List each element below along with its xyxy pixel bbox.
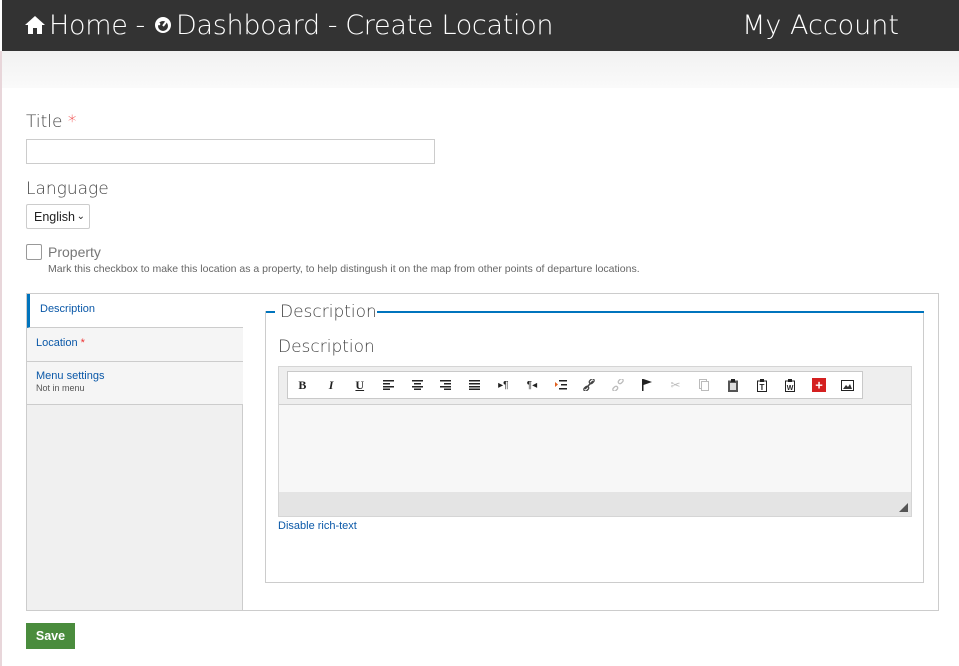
- left-border: [0, 51, 2, 666]
- home-icon: [25, 16, 45, 34]
- tab-list: Description Location * Menu settings Not…: [27, 294, 243, 610]
- title-input[interactable]: [26, 139, 435, 164]
- page-title: Create Location: [345, 9, 554, 41]
- breadcrumb-separator: -: [327, 9, 338, 41]
- plus-icon[interactable]: +: [805, 372, 834, 398]
- top-bar: Home - Dashboard - Create Location My Ac…: [2, 0, 959, 51]
- paste-word-icon[interactable]: W: [776, 372, 805, 398]
- breadcrumb-separator: -: [135, 9, 146, 41]
- align-center-icon[interactable]: [403, 372, 432, 398]
- cut-icon[interactable]: ✂: [661, 372, 690, 398]
- italic-icon[interactable]: I: [317, 372, 346, 398]
- svg-text:+: +: [815, 378, 823, 392]
- align-justify-icon[interactable]: [460, 372, 489, 398]
- indent-icon[interactable]: [546, 372, 575, 398]
- copy-icon[interactable]: [690, 372, 719, 398]
- language-label: Language: [26, 179, 109, 199]
- property-help-text: Mark this checkbox to make this location…: [48, 263, 640, 275]
- unlink-icon[interactable]: [604, 372, 633, 398]
- align-right-icon[interactable]: [432, 372, 461, 398]
- paste-icon[interactable]: [719, 372, 748, 398]
- home-label: Home: [49, 9, 128, 41]
- link-icon[interactable]: [575, 372, 604, 398]
- dashboard-link[interactable]: Dashboard: [153, 10, 320, 41]
- resize-handle-icon[interactable]: [899, 503, 908, 512]
- required-mark: *: [80, 337, 85, 349]
- dashboard-icon: [155, 17, 171, 33]
- tab-menu-settings-label: Menu settings: [36, 370, 105, 382]
- svg-text:W: W: [787, 385, 794, 392]
- editor-toolbar-area: B I U ▸¶ ¶◂ ✂ T W +: [279, 367, 911, 405]
- rtl-icon[interactable]: ¶◂: [518, 372, 547, 398]
- anchor-flag-icon[interactable]: [632, 372, 661, 398]
- underline-icon[interactable]: U: [345, 372, 374, 398]
- my-account-link[interactable]: My Account: [742, 5, 899, 45]
- tab-location-label: Location: [36, 337, 78, 349]
- bold-icon[interactable]: B: [288, 372, 317, 398]
- editor-statusbar: [279, 492, 911, 516]
- tab-menu-settings[interactable]: Menu settings Not in menu: [27, 362, 243, 405]
- legend-line-right: [376, 311, 924, 313]
- tab-description-label: Description: [40, 303, 96, 315]
- header-band: [2, 51, 959, 88]
- legend-line-left: [266, 311, 275, 313]
- ltr-icon[interactable]: ▸¶: [489, 372, 518, 398]
- fieldset-legend: Description: [280, 302, 377, 322]
- language-value: English: [34, 210, 75, 224]
- save-button[interactable]: Save: [26, 623, 75, 649]
- tab-location[interactable]: Location *: [27, 328, 243, 362]
- home-link[interactable]: Home: [24, 10, 128, 41]
- title-label: Title *: [26, 112, 77, 132]
- property-label[interactable]: Property: [48, 244, 101, 260]
- property-checkbox[interactable]: [26, 244, 42, 260]
- image-icon[interactable]: [833, 372, 862, 398]
- disable-rich-text-link[interactable]: Disable rich-text: [278, 520, 357, 532]
- editor-label: Description: [278, 337, 375, 357]
- required-mark: *: [67, 112, 77, 132]
- language-select[interactable]: English ⌄: [26, 204, 90, 229]
- align-left-icon[interactable]: [374, 372, 403, 398]
- dashboard-label: Dashboard: [176, 9, 320, 41]
- rich-text-editor[interactable]: B I U ▸¶ ¶◂ ✂ T W +: [278, 366, 912, 517]
- breadcrumb: Home - Dashboard - Create Location: [24, 5, 554, 45]
- svg-text:T: T: [759, 383, 764, 392]
- editor-toolbar: B I U ▸¶ ¶◂ ✂ T W +: [287, 371, 863, 399]
- chevron-down-icon: ⌄: [76, 211, 85, 222]
- paste-text-icon[interactable]: T: [747, 372, 776, 398]
- vertical-tabs: Description Location * Menu settings Not…: [26, 293, 939, 611]
- tab-description[interactable]: Description: [27, 294, 243, 328]
- tab-menu-settings-summary: Not in menu: [36, 383, 85, 393]
